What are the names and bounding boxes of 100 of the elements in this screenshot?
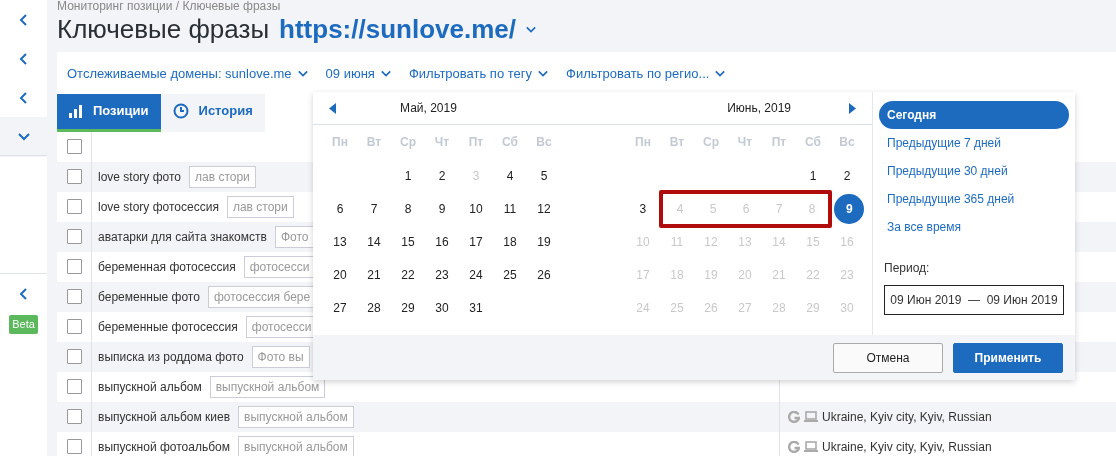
calendar-day[interactable]: 14 [357,226,391,257]
checkbox[interactable] [66,169,82,184]
calendar-day[interactable]: 31 [459,292,493,323]
calendar-day[interactable]: 20 [323,259,357,290]
bar-chart-icon [69,104,83,118]
calendar-day[interactable]: 7 [357,193,391,224]
filter-dropdown[interactable]: Фильтровать по регио... [566,64,726,84]
region-text: Ukraine, Kyiv city, Kyiv, Russian [822,438,992,456]
calendar-day[interactable]: 24 [459,259,493,290]
tag: выпускной альбом [238,435,354,456]
keyword-text: аватарки для сайта знакомств [98,228,267,246]
weekday-label: Сб [501,134,519,151]
breadcrumb: Мониторинг позиции / Ключевые фразы [57,0,282,13]
checkbox[interactable] [66,139,82,154]
calendar-day[interactable]: 21 [357,259,391,290]
site-link[interactable]: https://sunlove.me/ [279,10,516,49]
calendar-day[interactable]: 8 [391,193,425,224]
calendar-day[interactable]: 27 [323,292,357,323]
weekday-label: Пт [770,134,788,151]
month-title: Май, 2019 [400,100,457,117]
date-range-option[interactable]: Предыдущие 7 дней [879,129,1069,157]
calendar-day[interactable]: 19 [527,226,561,257]
caret-icon[interactable] [297,69,308,79]
calendar-day[interactable]: 12 [527,193,561,224]
chevron-down-icon[interactable] [526,25,536,34]
next-month-icon[interactable] [849,102,856,114]
cancel-button[interactable]: Отмена [833,342,943,373]
checkbox[interactable] [66,379,82,394]
date-range-option[interactable]: Сегодня [879,101,1069,129]
calendar-day[interactable]: 23 [425,259,459,290]
apply-button[interactable]: Применить [953,342,1063,373]
calendar-day[interactable]: 28 [357,292,391,323]
chevron-left-icon[interactable] [19,13,28,26]
region-text: Ukraine, Kyiv city, Kyiv, Russian [822,408,992,426]
calendar-day[interactable]: 13 [323,226,357,257]
checkbox[interactable] [66,289,82,304]
calendar-day[interactable]: 25 [493,259,527,290]
chevron-left-icon[interactable] [19,91,28,104]
filter-dropdown[interactable]: Отслеживаемые домены: sunlove.me [67,64,308,84]
calendar-day[interactable]: 9 [425,193,459,224]
calendar-day[interactable]: 29 [391,292,425,323]
search-engine-icon [788,410,800,423]
checkbox[interactable] [66,199,82,214]
page-title: Ключевые фразы [57,13,270,46]
filter-dropdown[interactable]: Фильтровать по тегу [408,64,549,84]
calendar-day[interactable]: 16 [425,226,459,257]
chevron-down-icon[interactable] [17,131,30,141]
calendar-day[interactable]: 3 [626,193,660,224]
tab[interactable]: Позиции [57,93,161,132]
calendar-day[interactable]: 6 [323,193,357,224]
checkbox[interactable] [66,409,82,424]
previous-month-icon[interactable] [329,102,336,114]
calendar-day[interactable]: 10 [459,193,493,224]
calendar-day[interactable]: 17 [459,226,493,257]
tag: лав стори [189,165,256,188]
calendar-day[interactable]: 9 [834,193,864,224]
tag: выпускной альбом [238,405,354,428]
checkbox[interactable] [66,349,82,364]
keyword-text: love story фотосессия [98,198,219,216]
checkbox[interactable] [66,229,82,244]
checkbox[interactable] [66,319,82,334]
calendar-day[interactable]: 22 [391,259,425,290]
caret-icon[interactable] [538,69,549,79]
date-range-option[interactable]: Предыдущие 30 дней [879,157,1069,185]
filter-dropdown[interactable]: 09 июня [325,64,391,84]
caret-icon[interactable] [380,69,391,79]
chevron-left-icon[interactable] [19,52,28,65]
period-label: Период: [884,260,931,277]
calendar-day[interactable]: 1 [391,160,425,191]
calendar-day[interactable]: 11 [493,193,527,224]
tab[interactable]: История [160,93,265,132]
weekday-label: Вс [838,134,856,151]
caret-icon[interactable] [715,69,726,79]
calendar-day[interactable]: 26 [527,259,561,290]
keyword-text: беременные фотосессия [98,318,238,336]
checkbox[interactable] [66,259,82,274]
weekday-label: Чт [433,134,451,151]
beta-badge: Beta [9,315,38,334]
calendar-day[interactable]: 5 [527,160,561,191]
month-title: Июнь, 2019 [727,100,791,117]
weekday-label: Чт [736,134,754,151]
calendar-day[interactable]: 4 [493,160,527,191]
calendar-day[interactable]: 2 [830,160,864,191]
keyword-text: выпускной альбом киев [98,408,230,426]
period-field[interactable]: 09 Июн 2019 — 09 Июн 2019 [884,285,1064,315]
calendar-day[interactable]: 2 [425,160,459,191]
weekday-label: Сб [804,134,822,151]
checkbox[interactable] [66,439,82,454]
keyword-text: беременные фото [98,288,200,306]
keyword-text: выписка из роддома фото [98,348,244,366]
calendar-day[interactable]: 30 [425,292,459,323]
date-range-option[interactable]: За все время [879,213,1069,241]
weekday-label: Ср [702,134,720,151]
chevron-left-icon[interactable] [19,287,28,300]
keyword-text: love story фото [98,168,181,186]
calendar-day[interactable]: 15 [391,226,425,257]
keyword-text: беременная фотосессия [98,258,236,276]
date-range-option[interactable]: Предыдущие 365 дней [879,185,1069,213]
calendar-day[interactable]: 1 [796,160,830,191]
calendar-day[interactable]: 18 [493,226,527,257]
